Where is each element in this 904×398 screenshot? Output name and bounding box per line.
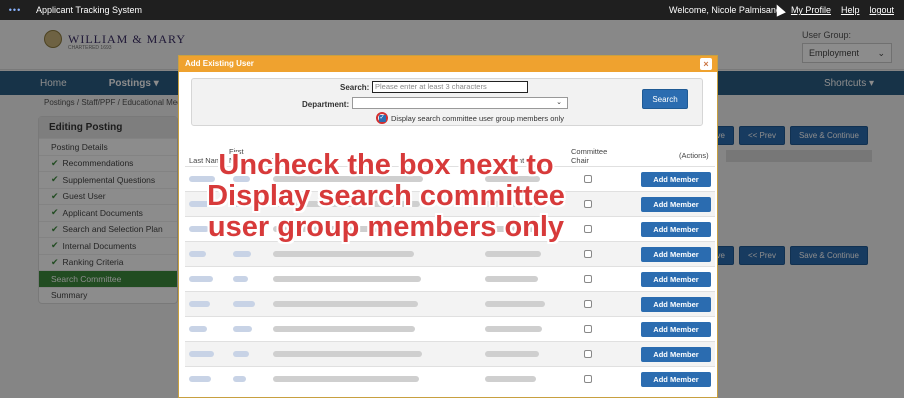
redacted-cell xyxy=(189,276,213,282)
add-member-button[interactable]: Add Member xyxy=(641,322,711,337)
committee-only-checkbox[interactable]: ✓ xyxy=(378,114,386,122)
redacted-cell xyxy=(485,301,545,307)
top-bar: ••• Applicant Tracking System Welcome, N… xyxy=(0,0,904,20)
dialog-title: Add Existing User xyxy=(185,59,254,68)
redacted-cell xyxy=(273,301,418,307)
committee-chair-checkbox[interactable] xyxy=(584,325,592,333)
add-member-button[interactable]: Add Member xyxy=(641,222,711,237)
dialog-header: Add Existing User × xyxy=(179,56,717,72)
redacted-cell xyxy=(485,276,538,282)
table-row: Add Member xyxy=(185,241,715,266)
committee-chair-checkbox[interactable] xyxy=(584,375,592,383)
search-input[interactable]: Please enter at least 3 characters xyxy=(372,81,528,93)
committee-chair-checkbox[interactable] xyxy=(584,250,592,258)
redacted-cell xyxy=(189,301,210,307)
redacted-cell xyxy=(189,351,214,357)
committee-filter: ✓ Display search committee user group me… xyxy=(376,112,564,124)
add-member-button[interactable]: Add Member xyxy=(641,297,711,312)
redacted-cell xyxy=(233,326,252,332)
col-actions: (Actions) xyxy=(679,151,709,160)
redacted-cell xyxy=(273,251,414,257)
redacted-cell xyxy=(273,276,421,282)
table-row: Add Member xyxy=(185,341,715,366)
redacted-cell xyxy=(189,326,207,332)
department-label: Department: xyxy=(302,100,350,109)
app-title: Applicant Tracking System xyxy=(36,5,143,15)
search-label: Search: xyxy=(340,83,370,92)
redacted-cell xyxy=(233,276,248,282)
redacted-cell xyxy=(485,251,541,257)
my-profile-link[interactable]: My Profile xyxy=(791,5,831,15)
redacted-cell xyxy=(273,376,419,382)
add-member-button[interactable]: Add Member xyxy=(641,247,711,262)
redacted-cell xyxy=(233,351,249,357)
redacted-cell xyxy=(233,251,251,257)
redacted-cell xyxy=(233,301,255,307)
checkbox-label: Display search committee user group memb… xyxy=(391,113,564,123)
welcome-text: Welcome, Nicole Palmisano xyxy=(669,5,781,15)
app-menu-icon[interactable]: ••• xyxy=(0,5,30,15)
help-link[interactable]: Help xyxy=(841,5,860,15)
redacted-cell xyxy=(189,376,211,382)
redacted-cell xyxy=(485,326,542,332)
logout-link[interactable]: logout xyxy=(869,5,894,15)
table-row: Add Member xyxy=(185,366,715,391)
committee-chair-checkbox[interactable] xyxy=(584,350,592,358)
redacted-cell xyxy=(273,326,415,332)
add-member-button[interactable]: Add Member xyxy=(641,347,711,362)
add-member-button[interactable]: Add Member xyxy=(641,372,711,387)
add-member-button[interactable]: Add Member xyxy=(641,172,711,187)
redacted-cell xyxy=(273,351,422,357)
close-icon[interactable]: × xyxy=(700,58,712,70)
table-row: Add Member xyxy=(185,291,715,316)
instruction-overlay: Uncheck the box next to Display search c… xyxy=(207,149,565,243)
redacted-cell xyxy=(485,376,536,382)
table-row: Add Member xyxy=(185,316,715,341)
committee-chair-checkbox[interactable] xyxy=(584,300,592,308)
redacted-cell xyxy=(485,351,539,357)
redacted-cell xyxy=(233,376,246,382)
add-member-button[interactable]: Add Member xyxy=(641,272,711,287)
add-member-button[interactable]: Add Member xyxy=(641,197,711,212)
table-row: Add Member xyxy=(185,266,715,291)
highlight-circle: ✓ xyxy=(376,112,388,124)
department-select[interactable]: ⌄ xyxy=(352,97,568,109)
search-panel: Search: Please enter at least 3 characte… xyxy=(191,78,703,126)
committee-chair-checkbox[interactable] xyxy=(584,275,592,283)
redacted-cell xyxy=(189,251,206,257)
search-button[interactable]: Search xyxy=(642,89,688,109)
chevron-down-icon: ⌄ xyxy=(556,99,562,106)
